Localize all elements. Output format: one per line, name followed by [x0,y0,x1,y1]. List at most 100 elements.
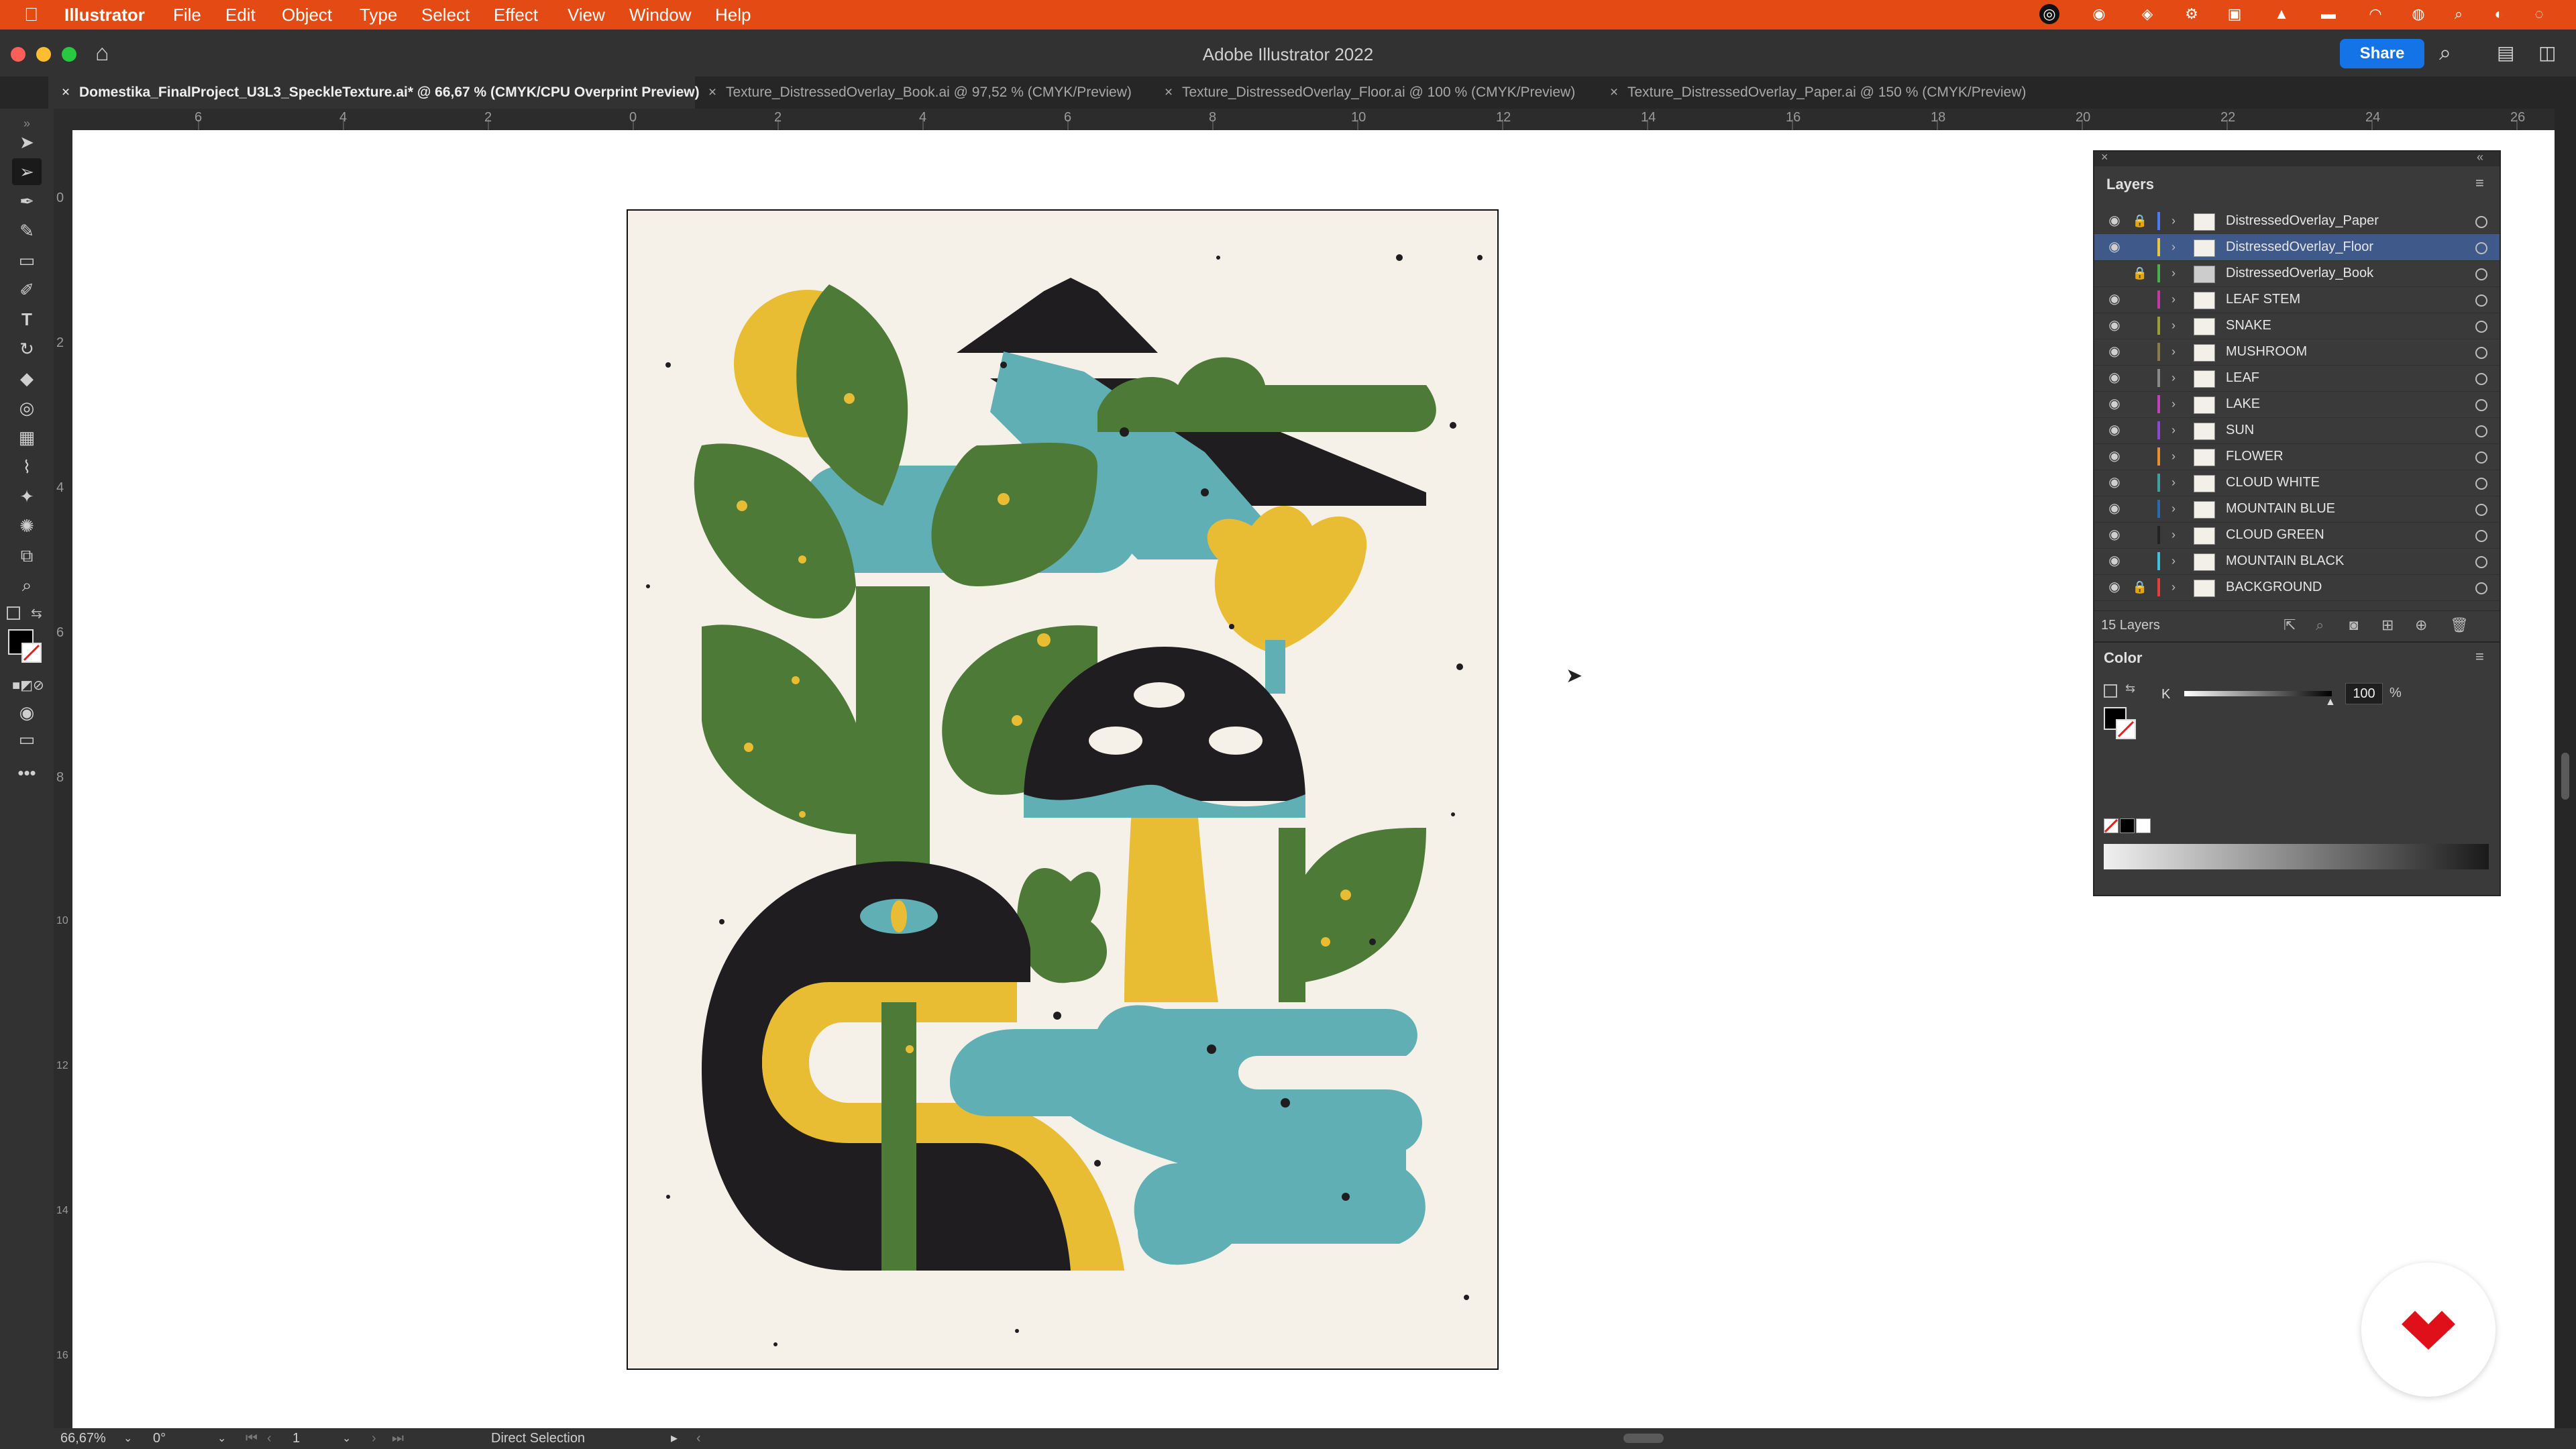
vertical-ruler[interactable]: 0 2 4 6 8 10 12 14 16 [54,130,73,1428]
eraser-tool-icon[interactable]: ◆ [12,365,42,392]
rotate-tool-icon[interactable]: ↻ [12,335,42,362]
target-circle-icon[interactable] [2475,504,2487,516]
target-circle-icon[interactable] [2475,242,2487,254]
chevron-right-icon[interactable]: › [2167,260,2180,286]
target-circle-icon[interactable] [2475,294,2487,307]
color-ramp[interactable] [2104,844,2489,869]
target-circle-icon[interactable] [2475,451,2487,464]
menu-type[interactable]: Type [360,5,397,24]
target-circle-icon[interactable] [2475,268,2487,280]
menu-object[interactable]: Object [282,5,332,24]
status-menu-icon[interactable]: ▸ [671,1428,678,1449]
layer-row[interactable]: 🔒 › DistressedOverlay_Book [2094,260,2500,287]
default-colors-icon[interactable] [7,606,20,620]
layer-name[interactable]: DistressedOverlay_Book [2226,260,2373,286]
layer-name[interactable]: CLOUD GREEN [2226,522,2324,548]
gear-icon[interactable]: ⚙ [2182,4,2202,24]
layer-row[interactable]: ◉ › LEAF STEM [2094,286,2500,313]
user-icon[interactable]: ◍ [2408,4,2428,24]
tab-document-floor[interactable]: × Texture_DistressedOverlay_Floor.ai @ 10… [1151,76,1597,109]
visibility-eye-icon[interactable]: ◉ [2105,391,2124,417]
target-circle-icon[interactable] [2475,556,2487,568]
panel-menu-icon[interactable]: ≡ [2475,648,2484,665]
layer-name[interactable]: SUN [2226,417,2254,443]
target-circle-icon[interactable] [2475,347,2487,359]
layer-row[interactable]: ◉ › SUN [2094,417,2500,444]
horizontal-ruler[interactable]: 6 4 2 0 2 4 6 8 10 12 14 16 18 20 22 24 … [54,109,2555,131]
white-swatch[interactable] [2136,818,2151,833]
close-tab-icon[interactable]: × [704,76,720,109]
zoom-level-field[interactable]: 66,67% [60,1428,127,1449]
close-tab-icon[interactable]: × [1161,76,1177,109]
menu-effect[interactable]: Effect [494,5,538,24]
layer-row[interactable]: ◉ › MOUNTAIN BLUE [2094,496,2500,523]
layer-name[interactable]: LEAF [2226,365,2259,391]
target-circle-icon[interactable] [2475,373,2487,385]
none-swatch[interactable] [2104,818,2118,833]
layer-name[interactable]: DistressedOverlay_Floor [2226,234,2373,260]
panel-header[interactable]: × « [2094,150,2500,166]
type-tool-icon[interactable]: T [12,306,42,333]
direct-selection-tool-icon[interactable]: ➢ [12,158,42,185]
tab-document-book[interactable]: × Texture_DistressedOverlay_Book.ai @ 97,… [695,76,1151,109]
locate-object-icon[interactable]: ⌕ [2316,616,2324,634]
layer-name[interactable]: BACKGROUND [2226,574,2322,600]
rotation-field[interactable]: 0° [153,1428,213,1449]
lock-icon[interactable]: 🔒 [2132,574,2148,600]
menu-select[interactable]: Select [421,5,470,24]
curvature-tool-icon[interactable]: ✎ [12,217,42,244]
control-center-icon[interactable]: ◐ [2489,4,2509,24]
panel-menu-icon[interactable]: ≡ [2475,174,2484,192]
black-swatch[interactable] [2120,818,2135,833]
layer-row[interactable]: ◉ › CLOUD WHITE [2094,470,2500,496]
more-tools-icon[interactable]: ••• [12,759,42,786]
layer-row[interactable]: ◉ 🔒 › BACKGROUND [2094,574,2500,601]
menu-file[interactable]: File [173,5,201,24]
search-icon[interactable]: ⌕ [2439,40,2451,66]
apple-menu-icon[interactable]:  [24,4,38,25]
layer-name[interactable]: LEAF STEM [2226,286,2300,313]
app-tray-icon[interactable]: ▣ [2224,4,2245,24]
layer-row[interactable]: ◉ › FLOWER [2094,443,2500,470]
target-circle-icon[interactable] [2475,321,2487,333]
app-menu[interactable]: Illustrator [64,5,145,24]
new-sublayer-icon[interactable]: ⊞ [2381,616,2394,634]
close-tab-icon[interactable]: × [1606,76,1622,109]
visibility-eye-icon[interactable]: ◉ [2105,339,2124,365]
rectangle-tool-icon[interactable]: ▭ [12,247,42,274]
previous-artboard-icon[interactable]: ‹ [267,1428,272,1449]
trash-icon[interactable]: 🗑 [2450,616,2469,634]
sync-icon[interactable]: ◈ [2137,4,2157,24]
toolbar-collapse-icon[interactable]: » [12,117,42,130]
siri-icon[interactable]: ◌ [2529,4,2549,24]
first-artboard-icon[interactable]: ⏮ [246,1428,258,1449]
visibility-eye-icon[interactable]: ◉ [2105,313,2124,339]
scrollbar-thumb[interactable] [2561,753,2569,800]
target-circle-icon[interactable] [2475,425,2487,437]
messenger-icon[interactable]: ◉ [2089,4,2109,24]
artboard-number-field[interactable]: 1 [292,1428,333,1449]
tab-document-paper[interactable]: × Texture_DistressedOverlay_Paper.ai @ 15… [1597,76,2053,109]
tab-document-speckle[interactable]: × Domestika_FinalProject_U3L3_SpeckleText… [48,76,700,109]
menu-window[interactable]: Window [629,5,691,24]
gradient-tool-icon[interactable]: ▦ [12,424,42,451]
layer-name[interactable]: MOUNTAIN BLUE [2226,496,2335,522]
new-layer-icon[interactable]: ⊕ [2415,616,2427,634]
chevron-right-icon[interactable]: › [2167,470,2180,496]
visibility-eye-icon[interactable]: ◉ [2105,496,2124,522]
layer-name[interactable]: DistressedOverlay_Paper [2226,208,2379,234]
chevron-right-icon[interactable]: › [2167,313,2180,339]
k-slider-handle[interactable]: ▲ [2325,696,2336,708]
chevron-right-icon[interactable]: › [2167,339,2180,365]
eyedropper-tool-icon[interactable]: ⌇ [12,453,42,480]
share-button[interactable]: Share [2340,39,2424,68]
layer-row[interactable]: ◉ › LAKE [2094,391,2500,418]
color-panel-title[interactable]: Color [2104,649,2142,667]
dropbox-icon[interactable]: ▲ [2271,4,2292,24]
visibility-eye-icon[interactable]: ◉ [2105,548,2124,574]
chevron-right-icon[interactable]: › [2167,417,2180,443]
menu-edit[interactable]: Edit [225,5,256,24]
layer-name[interactable]: MOUNTAIN BLACK [2226,548,2344,574]
layer-name[interactable]: SNAKE [2226,313,2271,339]
layer-row[interactable]: ◉ 🔒 › DistressedOverlay_Paper [2094,208,2500,235]
